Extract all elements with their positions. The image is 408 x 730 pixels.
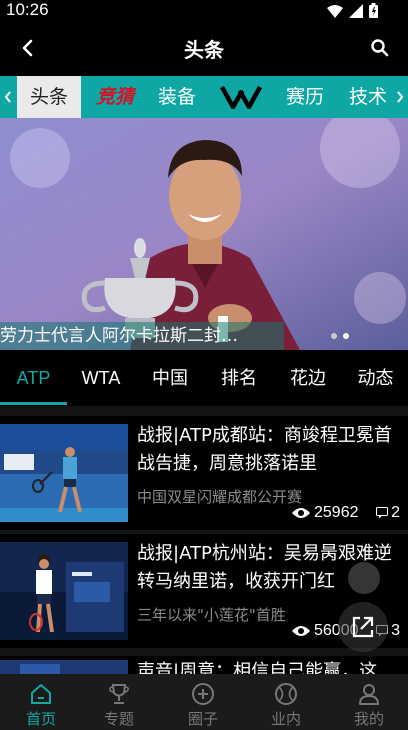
category-bar: 头条 竞猜 装备 赛历 技术 (0, 76, 408, 118)
search-icon[interactable] (370, 38, 390, 58)
article-thumbnail (0, 660, 128, 674)
nav-label: 圈子 (187, 710, 218, 728)
status-time: 10:26 (6, 0, 49, 19)
tennis-ball-icon (275, 683, 297, 705)
active-tab-indicator (0, 402, 67, 405)
category-technique[interactable]: 技术 (344, 76, 392, 118)
signal-icon (349, 3, 363, 18)
comment-count: 3 (391, 622, 400, 639)
tab-news[interactable]: 动态 (343, 350, 408, 406)
article-title: 战报|ATP成都站：商竣程卫冕首战告捷，周意挑落诺里 (137, 425, 392, 474)
tab-wta[interactable]: WTA (67, 350, 135, 406)
page-title: 头条 (184, 40, 224, 62)
user-icon (359, 684, 379, 705)
home-icon (31, 684, 51, 704)
article-title: 声音|周意：相信自己能赢，这 (137, 661, 378, 674)
trophy-icon (109, 684, 129, 704)
status-bar: 10:26 (0, 0, 408, 22)
nav-label: 首页 (25, 710, 56, 728)
tab-ranking[interactable]: 排名 (205, 350, 273, 406)
category-equipment[interactable]: 装备 (150, 76, 204, 118)
divider (0, 406, 408, 416)
wifi-icon (327, 4, 343, 18)
floating-round-button[interactable] (348, 562, 380, 594)
guess-logo: 竞猜 (95, 86, 134, 108)
carousel-dot-active (343, 333, 349, 339)
category-scroll-right[interactable] (392, 76, 408, 118)
battery-icon (369, 3, 378, 18)
article-views: 25962 (292, 504, 359, 522)
app-header: 头条 (0, 22, 408, 76)
category-headline[interactable]: 头条 (17, 76, 81, 118)
headline-banner[interactable]: 劳力士代言人阿尔卡拉斯二封… (0, 118, 408, 350)
category-calendar[interactable]: 赛历 (278, 76, 332, 118)
divider (0, 648, 408, 656)
article-item[interactable]: 声音|周意：相信自己能赢，这 (0, 656, 408, 674)
share-button[interactable] (338, 602, 388, 652)
article-comments: 2 (376, 504, 400, 522)
comment-count: 2 (391, 504, 400, 521)
eye-icon (292, 508, 310, 518)
nav-home[interactable]: 首页 (0, 674, 82, 730)
article-thumbnail (0, 424, 128, 522)
category-yonex[interactable] (210, 76, 272, 118)
bottom-navigation: 首页 专题 圈子 业内 我的 (0, 674, 408, 730)
chevron-right-icon (397, 91, 404, 103)
status-icons (327, 3, 378, 18)
eye-icon (292, 626, 310, 636)
plus-circle-icon (192, 683, 214, 705)
nav-label: 我的 (353, 710, 384, 728)
tab-atp[interactable]: ATP (0, 350, 67, 406)
carousel-dot (331, 333, 337, 339)
category-guess[interactable]: 竞猜 (86, 76, 144, 118)
nav-mine[interactable]: 我的 (328, 674, 408, 730)
banner-photo (0, 118, 408, 350)
nav-industry[interactable]: 业内 (245, 674, 327, 730)
nav-label: 业内 (270, 710, 301, 728)
tab-china[interactable]: 中国 (135, 350, 205, 406)
category-scroll-left[interactable] (0, 76, 16, 118)
yonex-logo-icon (220, 85, 262, 110)
banner-caption: 劳力士代言人阿尔卡拉斯二封… (0, 326, 238, 346)
article-thumbnail (0, 542, 128, 640)
comment-icon (376, 507, 389, 519)
nav-circle[interactable]: 圈子 (162, 674, 244, 730)
nav-label: 专题 (103, 710, 134, 728)
tab-gossip[interactable]: 花边 (273, 350, 343, 406)
view-count: 25962 (314, 504, 359, 521)
nav-topics[interactable]: 专题 (78, 674, 160, 730)
article-subtitle: 中国双星闪耀成都公开赛 (137, 488, 303, 506)
share-icon (352, 616, 374, 638)
chevron-left-icon (4, 91, 11, 103)
sub-tab-bar: ATP WTA 中国 排名 花边 动态 (0, 350, 408, 406)
article-item[interactable]: 战报|ATP成都站：商竣程卫冕首战告捷，周意挑落诺里 中国双星闪耀成都公开赛 2… (0, 416, 408, 530)
